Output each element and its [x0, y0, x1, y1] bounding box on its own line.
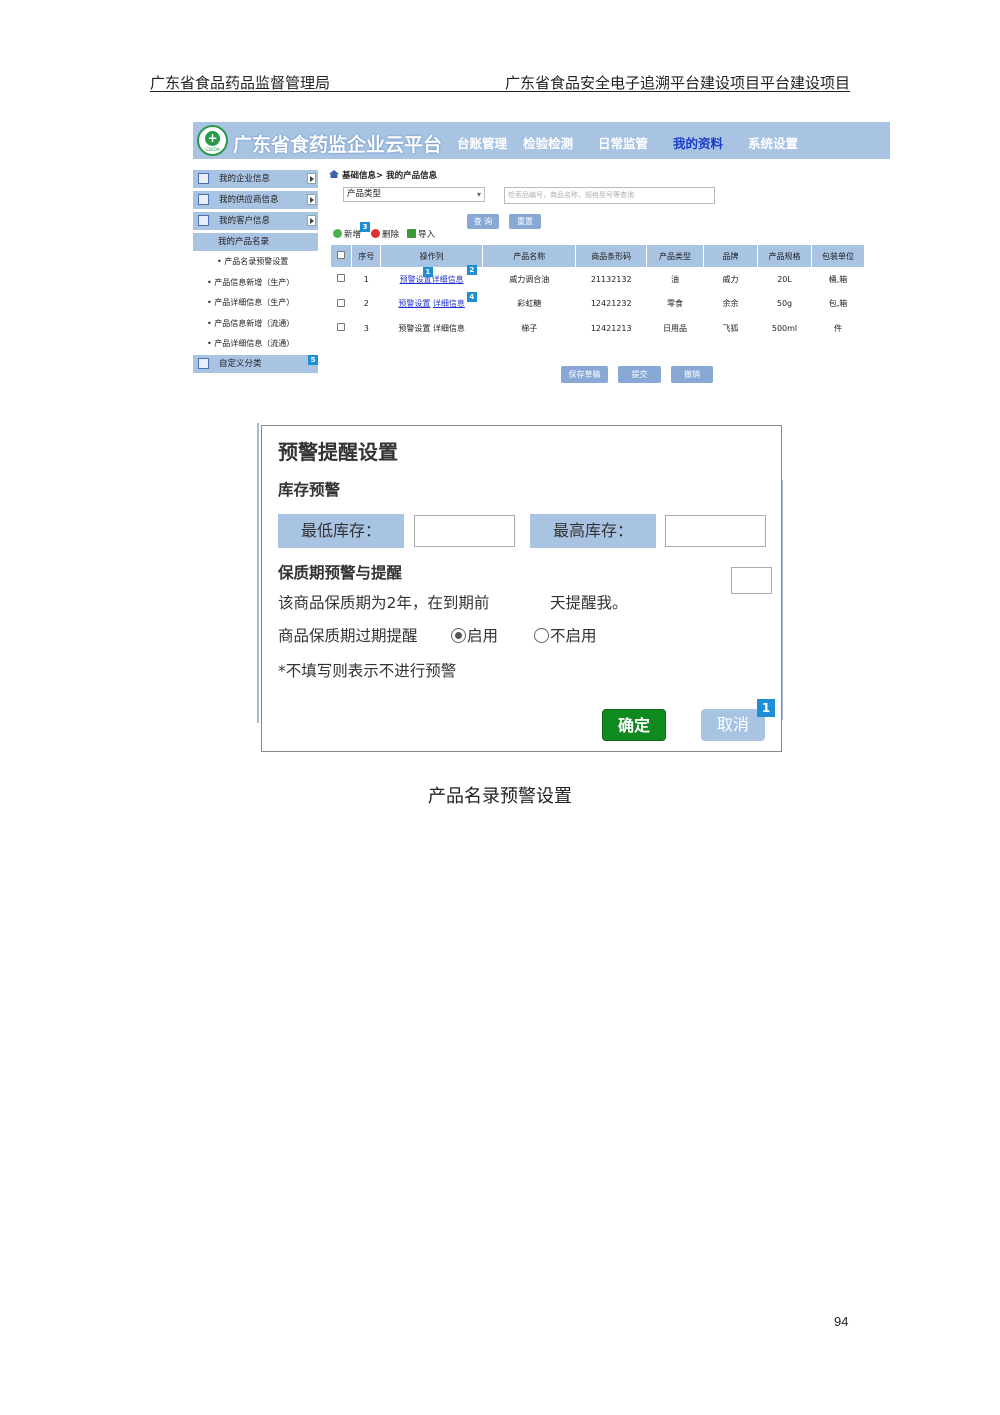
add-icon: [333, 229, 342, 238]
nav-my-data[interactable]: 我的资料: [673, 133, 723, 152]
step-badge: 1: [422, 267, 433, 277]
breadcrumb: 基础信息> 我的产品信息: [329, 169, 437, 181]
import-tool[interactable]: 导入: [407, 228, 435, 240]
list-icon: [198, 215, 209, 226]
top-bar: + GDFDA 广东省食药监企业云平台 台账管理 检验检测 日常监管 我的资料 …: [193, 122, 890, 159]
arrow-right-icon: [307, 194, 316, 205]
remind-text: 天提醒我。: [550, 594, 628, 612]
sidebar-item-customers[interactable]: 我的客户信息: [193, 212, 318, 230]
sidebar-sub-add-circulation[interactable]: • 产品信息新增（流通）: [207, 318, 294, 329]
enable-radio[interactable]: 启用: [451, 624, 498, 646]
add-tool[interactable]: 新增: [333, 228, 361, 240]
arrow-right-icon: [307, 173, 316, 184]
nav-settings[interactable]: 系统设置: [748, 133, 798, 152]
checkbox[interactable]: [337, 251, 346, 259]
reset-button[interactable]: 重置: [509, 214, 541, 229]
note-text: *不填写则表示不进行预警: [278, 662, 457, 680]
detail-link[interactable]: 详细信息: [432, 275, 464, 284]
stock-section-title: 库存预警: [278, 481, 341, 499]
revoke-button[interactable]: 撤销: [671, 366, 713, 383]
max-stock-input[interactable]: [665, 515, 766, 547]
import-icon: [407, 229, 416, 238]
step-badge: 2: [466, 265, 477, 275]
submit-button[interactable]: 提交: [618, 366, 661, 383]
detail-link[interactable]: 详细信息: [433, 299, 465, 308]
delete-tool[interactable]: 删除: [371, 228, 399, 240]
disable-radio[interactable]: 不启用: [534, 624, 597, 646]
figure-caption: 产品名录预警设置: [428, 786, 572, 807]
step-badge: 4: [466, 291, 477, 302]
delete-icon: [371, 229, 380, 238]
sidebar-sub-detail-production[interactable]: • 产品详细信息（生产）: [207, 297, 294, 308]
cross-icon: +: [205, 131, 220, 146]
category-select[interactable]: 产品类型: [343, 187, 485, 202]
step-badge: 5: [308, 355, 318, 365]
radio-unchecked-icon[interactable]: [534, 628, 549, 643]
detail-link[interactable]: 详细信息: [433, 324, 465, 333]
expire-remind-label: 商品保质期过期提醒: [278, 627, 418, 645]
query-button[interactable]: 查 询: [467, 214, 499, 229]
dialog-title: 预警提醒设置: [278, 440, 398, 464]
row-checkbox[interactable]: [337, 298, 346, 307]
warning-setting-link[interactable]: 预警设置: [398, 324, 430, 333]
cancel-button[interactable]: 取消: [701, 709, 765, 741]
min-stock-label: 最低库存：: [278, 514, 404, 548]
shelf-section-title: 保质期预警与提醒: [278, 564, 403, 582]
header-right: 广东省食品安全电子追溯平台建设项目平台建设项目: [504, 74, 850, 92]
table-row: 3 预警设置 详细信息 梯子 12421213 日用品 飞狐 500ml 件: [331, 316, 865, 341]
save-draft-button[interactable]: 保存草稿: [561, 366, 608, 383]
list-icon: [198, 173, 209, 184]
table-row: 1 预警设置详细信息 1 2 威力调合油 21132132 油 威力 20L 桶,箱: [331, 265, 865, 292]
header-left: 广东省食品药品监督管理局: [150, 74, 331, 92]
warning-setting-link[interactable]: 预警设置: [398, 299, 430, 308]
product-table: 序号 操作列 产品名称 商品条形码 产品类型 品牌 产品规格 包装单位 1 预警…: [331, 245, 865, 341]
logo-text: GDFDA: [205, 147, 220, 152]
list-icon: [198, 358, 209, 369]
row-checkbox[interactable]: [337, 323, 346, 332]
sidebar-item-custom[interactable]: 自定义分类 5: [193, 355, 318, 373]
nav-ledger[interactable]: 台账管理: [457, 133, 507, 152]
remind-days-input[interactable]: [731, 567, 772, 594]
sidebar-item-enterprise[interactable]: 我的企业信息: [193, 170, 318, 188]
step-badge: 3: [360, 222, 370, 232]
sidebar-item-products[interactable]: 我的产品名录: [193, 233, 318, 251]
document-header: 广东省食品药品监督管理局 广东省食品安全电子追溯平台建设项目平台建设项目: [150, 72, 850, 92]
nav-daily[interactable]: 日常监管: [598, 133, 648, 152]
shelf-life-text: 该商品保质期为2年，在到期前: [278, 594, 490, 612]
row-checkbox[interactable]: [337, 274, 346, 283]
table-row: 2 预警设置 详细信息 4 彩虹糖 12421232 零食 余余 50g 包,箱: [331, 291, 865, 317]
max-stock-label: 最高库存：: [530, 514, 656, 548]
search-input[interactable]: 检索品编号，商品名称，规格型号等查询: [504, 187, 715, 204]
logo: + GDFDA: [197, 125, 228, 156]
page-number: 94: [834, 1314, 849, 1329]
nav-inspection[interactable]: 检验检测: [523, 133, 573, 152]
sidebar-sub-add-production[interactable]: • 产品信息新增（生产）: [207, 277, 294, 288]
platform-screenshot: + GDFDA 广东省食药监企业云平台 台账管理 检验检测 日常监管 我的资料 …: [193, 122, 890, 392]
home-icon[interactable]: [329, 170, 339, 178]
confirm-button[interactable]: 确定: [602, 709, 666, 741]
list-icon: [198, 194, 209, 205]
table-header: 序号 操作列 产品名称 商品条形码 产品类型 品牌 产品规格 包装单位: [331, 245, 865, 267]
radio-checked-icon[interactable]: [451, 628, 466, 643]
min-stock-input[interactable]: [414, 515, 515, 547]
arrow-right-icon: [307, 215, 316, 226]
warning-settings-dialog: 预警提醒设置 库存预警 最低库存： 最高库存： 保质期预警与提醒 该商品保质期为…: [261, 425, 782, 752]
step-badge: 1: [757, 699, 775, 717]
sidebar-sub-detail-circulation[interactable]: • 产品详细信息（流通）: [207, 338, 294, 349]
select-all-header[interactable]: [331, 245, 353, 267]
sidebar-sub-warning[interactable]: • 产品名录预警设置: [217, 256, 288, 267]
screenshot-edge: [257, 423, 259, 723]
app-title: 广东省食药监企业云平台: [233, 134, 443, 156]
sidebar-item-suppliers[interactable]: 我的供应商信息: [193, 191, 318, 209]
